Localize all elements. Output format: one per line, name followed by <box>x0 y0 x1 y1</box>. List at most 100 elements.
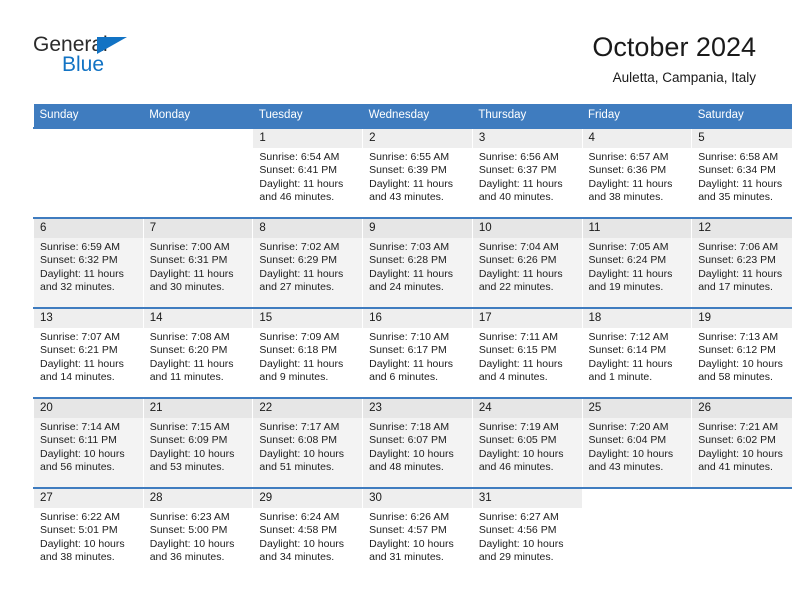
day-sun-info: Sunrise: 6:56 AM Sunset: 6:37 PM Daylight:… <box>473 148 582 205</box>
day-sun-info: Sunrise: 6:22 AM Sunset: 5:01 PM Daylight:… <box>34 508 143 565</box>
weekday-header-friday: Friday <box>582 104 692 128</box>
calendar-day-cell[interactable]: 14 Sunrise: 7:08 AM Sunset: 6:20 PM Dayligh… <box>142 308 254 398</box>
daylight-text-line1: Daylight: 10 hours <box>259 447 345 460</box>
calendar-day-cell[interactable]: 29 Sunrise: 6:24 AM Sunset: 4:58 PM Dayligh… <box>252 488 364 578</box>
calendar-day-cell[interactable]: 8 Sunrise: 7:02 AM Sunset: 6:29 PM Daylight… <box>252 218 364 308</box>
daylight-text-line2: and 43 minutes. <box>588 461 664 474</box>
day-cell-inner: 11 Sunrise: 7:05 AM Sunset: 6:24 PM Dayligh… <box>582 219 692 307</box>
calendar-day-cell[interactable]: 19 Sunrise: 7:13 AM Sunset: 6:12 PM Dayligh… <box>691 308 792 398</box>
daylight-text-line1: Daylight: 10 hours <box>698 447 783 460</box>
calendar-day-cell[interactable]: 16 Sunrise: 7:10 AM Sunset: 6:17 PM Dayligh… <box>362 308 473 398</box>
day-sun-info: Sunrise: 6:27 AM Sunset: 4:56 PM Daylight:… <box>473 508 582 565</box>
calendar-day-cell[interactable]: 24 Sunrise: 7:19 AM Sunset: 6:05 PM Dayligh… <box>471 398 583 488</box>
calendar-cell-empty <box>142 128 254 218</box>
calendar-week-row: 13 Sunrise: 7:07 AM Sunset: 6:21 PM Dayligh… <box>33 308 792 398</box>
daylight-text-line2: and 46 minutes. <box>259 191 335 204</box>
day-number: 22 <box>253 399 363 418</box>
sunset-text: Sunset: 6:18 PM <box>259 344 338 357</box>
calendar-day-cell[interactable]: 1 Sunrise: 6:54 AM Sunset: 6:41 PM Daylight… <box>252 128 364 218</box>
day-number: 24 <box>472 399 582 418</box>
calendar-day-cell[interactable]: 3 Sunrise: 6:56 AM Sunset: 6:37 PM Daylight… <box>471 128 583 218</box>
calendar-day-cell[interactable]: 4 Sunrise: 6:57 AM Sunset: 6:36 PM Daylight… <box>581 128 693 218</box>
sunrise-text: Sunrise: 7:00 AM <box>149 241 230 253</box>
daylight-text-line1: Daylight: 11 hours <box>588 177 673 190</box>
calendar-cell-empty <box>33 128 144 218</box>
calendar-day-cell[interactable]: 26 Sunrise: 7:21 AM Sunset: 6:02 PM Dayligh… <box>691 398 792 488</box>
calendar-day-cell[interactable]: 5 Sunrise: 6:58 AM Sunset: 6:34 PM Daylight… <box>691 128 792 218</box>
day-sun-info: Sunrise: 6:59 AM Sunset: 6:32 PM Daylight:… <box>34 238 143 295</box>
day-number: 5 <box>692 129 792 148</box>
day-number: 3 <box>472 129 582 148</box>
day-cell-inner: 19 Sunrise: 7:13 AM Sunset: 6:12 PM Dayligh… <box>692 309 792 397</box>
sunrise-text: Sunrise: 7:14 AM <box>40 421 120 433</box>
calendar-day-cell[interactable]: 9 Sunrise: 7:03 AM Sunset: 6:28 PM Daylight… <box>362 218 473 308</box>
sunset-text: Sunset: 6:31 PM <box>149 254 228 267</box>
calendar-day-cell[interactable]: 12 Sunrise: 7:06 AM Sunset: 6:23 PM Dayligh… <box>691 218 792 308</box>
day-sun-info: Sunrise: 7:21 AM Sunset: 6:02 PM Daylight:… <box>692 418 792 475</box>
day-cell-inner: 24 Sunrise: 7:19 AM Sunset: 6:05 PM Dayligh… <box>472 399 582 487</box>
daylight-text-line2: and 19 minutes. <box>588 281 664 294</box>
calendar-day-cell[interactable]: 18 Sunrise: 7:12 AM Sunset: 6:14 PM Dayligh… <box>581 308 693 398</box>
day-cell-inner: 23 Sunrise: 7:18 AM Sunset: 6:07 PM Dayligh… <box>363 399 472 487</box>
sunrise-text: Sunrise: 6:23 AM <box>149 511 230 523</box>
calendar-day-cell[interactable]: 22 Sunrise: 7:17 AM Sunset: 6:08 PM Dayligh… <box>252 398 364 488</box>
calendar-day-cell[interactable]: 23 Sunrise: 7:18 AM Sunset: 6:07 PM Dayligh… <box>362 398 473 488</box>
day-sun-info: Sunrise: 7:14 AM Sunset: 6:11 PM Daylight:… <box>34 418 143 475</box>
sunset-text: Sunset: 6:17 PM <box>369 344 447 357</box>
sunset-text: Sunset: 6:21 PM <box>40 344 118 357</box>
sunset-text: Sunset: 6:12 PM <box>698 344 776 357</box>
daylight-text-line2: and 30 minutes. <box>149 281 225 294</box>
sunset-text: Sunset: 6:41 PM <box>259 164 338 177</box>
daylight-text-line2: and 56 minutes. <box>40 461 115 474</box>
daylight-text-line2: and 17 minutes. <box>698 281 773 294</box>
general-blue-logo[interactable]: General Blue <box>33 32 153 82</box>
sunrise-text: Sunrise: 7:11 AM <box>478 331 558 343</box>
daylight-text-line2: and 4 minutes. <box>478 371 548 384</box>
day-sun-info: Sunrise: 7:00 AM Sunset: 6:31 PM Daylight:… <box>144 238 253 295</box>
calendar-day-cell[interactable]: 7 Sunrise: 7:00 AM Sunset: 6:31 PM Daylight… <box>142 218 254 308</box>
calendar-day-cell[interactable]: 2 Sunrise: 6:55 AM Sunset: 6:39 PM Daylight… <box>362 128 473 218</box>
day-sun-info: Sunrise: 7:15 AM Sunset: 6:09 PM Daylight:… <box>144 418 253 475</box>
daylight-text-line2: and 11 minutes. <box>149 371 224 384</box>
calendar-day-cell[interactable]: 27 Sunrise: 6:22 AM Sunset: 5:01 PM Dayligh… <box>33 488 144 578</box>
sunrise-text: Sunrise: 6:57 AM <box>588 151 669 163</box>
sunset-text: Sunset: 5:00 PM <box>149 524 228 537</box>
calendar-day-cell[interactable]: 17 Sunrise: 7:11 AM Sunset: 6:15 PM Dayligh… <box>471 308 583 398</box>
sunrise-text: Sunrise: 6:26 AM <box>369 511 450 523</box>
calendar-day-cell[interactable]: 20 Sunrise: 7:14 AM Sunset: 6:11 PM Dayligh… <box>33 398 144 488</box>
calendar-day-cell[interactable]: 28 Sunrise: 6:23 AM Sunset: 5:00 PM Dayligh… <box>142 488 254 578</box>
day-cell-inner: 13 Sunrise: 7:07 AM Sunset: 6:21 PM Dayligh… <box>34 309 143 397</box>
calendar-day-cell[interactable]: 21 Sunrise: 7:15 AM Sunset: 6:09 PM Dayligh… <box>142 398 254 488</box>
calendar-day-cell[interactable]: 30 Sunrise: 6:26 AM Sunset: 4:57 PM Dayligh… <box>362 488 473 578</box>
sunrise-text: Sunrise: 6:27 AM <box>478 511 559 523</box>
calendar-day-cell[interactable]: 13 Sunrise: 7:07 AM Sunset: 6:21 PM Dayligh… <box>33 308 144 398</box>
day-sun-info: Sunrise: 7:10 AM Sunset: 6:17 PM Daylight:… <box>363 328 472 385</box>
calendar-day-cell[interactable]: 31 Sunrise: 6:27 AM Sunset: 4:56 PM Dayligh… <box>471 488 583 578</box>
calendar-day-cell[interactable]: 25 Sunrise: 7:20 AM Sunset: 6:04 PM Dayligh… <box>581 398 693 488</box>
calendar-day-cell[interactable]: 10 Sunrise: 7:04 AM Sunset: 6:26 PM Dayligh… <box>471 218 583 308</box>
calendar-week-row: 1 Sunrise: 6:54 AM Sunset: 6:41 PM Daylight… <box>33 128 792 218</box>
daylight-text-line2: and 38 minutes. <box>588 191 664 204</box>
day-number: 1 <box>253 129 363 148</box>
daylight-text-line1: Daylight: 11 hours <box>698 177 783 190</box>
daylight-text-line1: Daylight: 10 hours <box>369 537 454 550</box>
day-number <box>692 489 792 495</box>
calendar-day-cell[interactable]: 11 Sunrise: 7:05 AM Sunset: 6:24 PM Dayligh… <box>581 218 693 308</box>
weekday-header-monday: Monday <box>143 104 253 128</box>
logo-text-blue: Blue <box>62 53 105 76</box>
day-cell-inner: 3 Sunrise: 6:56 AM Sunset: 6:37 PM Daylight… <box>472 129 582 217</box>
daylight-text-line2: and 51 minutes. <box>259 461 335 474</box>
sunrise-text: Sunrise: 6:54 AM <box>259 151 340 163</box>
sunrise-text: Sunrise: 7:02 AM <box>259 241 340 253</box>
daylight-text-line1: Daylight: 10 hours <box>478 537 564 550</box>
calendar-day-cell[interactable]: 15 Sunrise: 7:09 AM Sunset: 6:18 PM Dayligh… <box>252 308 364 398</box>
day-number: 11 <box>582 219 692 238</box>
day-number <box>583 489 692 495</box>
day-cell-inner: 22 Sunrise: 7:17 AM Sunset: 6:08 PM Dayligh… <box>253 399 363 487</box>
daylight-text-line2: and 40 minutes. <box>478 191 554 204</box>
calendar-day-cell[interactable]: 6 Sunrise: 6:59 AM Sunset: 6:32 PM Daylight… <box>33 218 144 308</box>
day-cell-inner: 21 Sunrise: 7:15 AM Sunset: 6:09 PM Dayligh… <box>143 399 253 487</box>
daylight-text-line2: and 14 minutes. <box>40 371 115 384</box>
day-cell-inner <box>692 489 792 578</box>
page-subtitle: Auletta, Campania, Italy <box>612 70 756 85</box>
